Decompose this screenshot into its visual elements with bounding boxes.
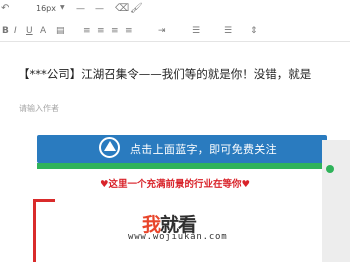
unordered-list-icon[interactable]: ☰ xyxy=(224,26,232,36)
article-title[interactable]: 【***公司】江湖召集令——我们等的就是你！没错，就是 xyxy=(18,66,311,82)
banner-accent-bar xyxy=(37,163,327,169)
watermark-url: www.wojiukan.com xyxy=(128,232,228,242)
eraser-icon[interactable]: ⌫ xyxy=(115,3,129,14)
red-frame-decoration xyxy=(33,199,55,262)
up-arrow-icon xyxy=(104,141,116,151)
ordered-list-icon[interactable]: ☰ xyxy=(192,26,200,36)
bold-icon[interactable]: B xyxy=(2,26,9,36)
toolbar-format: B I U A ▤ ≡ ≡ ≡ ≡ ⇥ ☰ ☰ ⇕ xyxy=(0,20,350,42)
horizontal-rule-icon[interactable]: — xyxy=(95,4,104,14)
align-center-icon[interactable]: ≡ xyxy=(97,26,105,36)
italic-icon[interactable]: I xyxy=(14,26,17,36)
banner-text: 点击上面蓝字，即可免费关注 xyxy=(130,143,277,156)
align-left-icon[interactable]: ≡ xyxy=(83,26,91,36)
align-right-icon[interactable]: ≡ xyxy=(111,26,119,36)
underline-icon[interactable]: U xyxy=(26,26,33,36)
align-justify-icon[interactable]: ≡ xyxy=(125,26,133,36)
line-height-icon[interactable]: ⇕ xyxy=(250,26,258,36)
undo-icon[interactable]: ↶ xyxy=(1,3,9,14)
indent-icon[interactable]: ⇥ xyxy=(158,26,166,36)
background-color-icon[interactable]: ▤ xyxy=(56,26,65,36)
horizontal-rule-icon[interactable]: — xyxy=(76,4,85,14)
font-size-select[interactable]: 16px xyxy=(36,4,56,13)
format-brush-icon[interactable]: 🖌 xyxy=(130,3,143,14)
text-color-icon[interactable]: A xyxy=(40,26,46,36)
author-input[interactable]: 请输入作者 xyxy=(19,103,59,114)
tagline: ♥这里一个充满前景的行业在等你♥ xyxy=(100,179,251,190)
caret-down-icon[interactable]: ▼ xyxy=(60,4,65,11)
toolbar-top: ↶ 16px ▼ — — ⌫ 🖌 xyxy=(0,0,350,20)
green-dot-icon xyxy=(326,165,334,173)
editor-side-panel xyxy=(322,140,350,262)
